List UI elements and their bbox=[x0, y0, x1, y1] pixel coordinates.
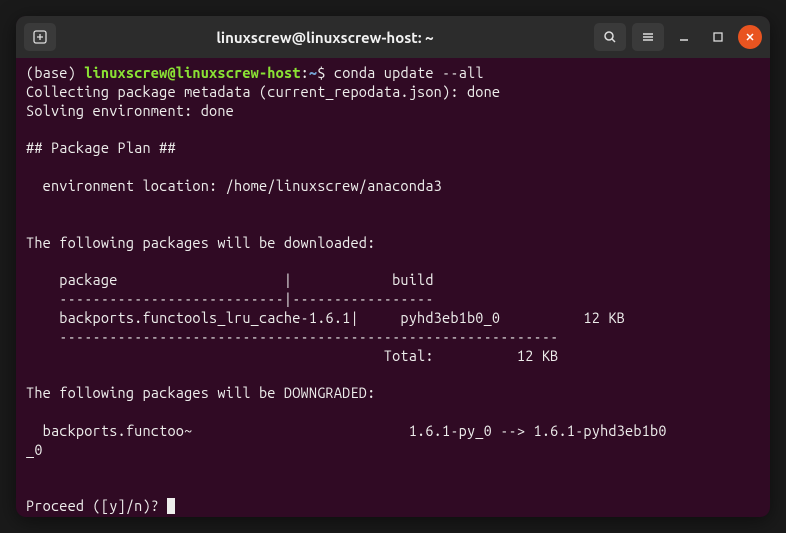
prompt-user: linuxscrew bbox=[84, 64, 167, 81]
output-line: The following packages will be downloade… bbox=[26, 234, 375, 251]
output-line: backports.functoo~ 1.6.1-py_0 --> 1.6.1-… bbox=[26, 422, 667, 439]
output-line: The following packages will be DOWNGRADE… bbox=[26, 384, 375, 401]
minimize-button[interactable] bbox=[670, 23, 698, 51]
titlebar-right-controls bbox=[594, 23, 762, 51]
cursor bbox=[167, 498, 175, 514]
close-button[interactable] bbox=[738, 25, 762, 49]
window-title: linuxscrew@linuxscrew-host: ~ bbox=[62, 29, 588, 46]
minimize-icon bbox=[678, 31, 690, 43]
prompt-host: linuxscrew-host bbox=[176, 64, 301, 81]
prompt-colon: : bbox=[301, 64, 309, 81]
search-button[interactable] bbox=[594, 23, 626, 51]
output-line: ---------------------------|------------… bbox=[26, 290, 434, 307]
menu-button[interactable] bbox=[632, 23, 664, 51]
new-tab-button[interactable] bbox=[24, 23, 56, 51]
output-line: ----------------------------------------… bbox=[26, 328, 558, 345]
prompt-at: @ bbox=[167, 64, 175, 81]
prompt-dollar: $ bbox=[317, 64, 334, 81]
new-tab-icon bbox=[33, 30, 47, 44]
search-icon bbox=[603, 30, 617, 44]
maximize-icon bbox=[712, 31, 724, 43]
output-line: backports.functools_lru_cache-1.6.1| pyh… bbox=[26, 309, 625, 326]
terminal-content[interactable]: (base) linuxscrew@linuxscrew-host:~$ con… bbox=[16, 58, 770, 517]
close-icon bbox=[745, 32, 755, 42]
prompt-env: (base) bbox=[26, 64, 84, 81]
maximize-button[interactable] bbox=[704, 23, 732, 51]
command-text: conda update --all bbox=[334, 64, 484, 81]
terminal-window: linuxscrew@linuxscrew-host: ~ bbox=[16, 16, 770, 517]
proceed-prompt: Proceed ([y]/n)? bbox=[26, 497, 167, 514]
output-line: Collecting package metadata (current_rep… bbox=[26, 83, 500, 100]
output-line: Solving environment: done bbox=[26, 102, 234, 119]
titlebar: linuxscrew@linuxscrew-host: ~ bbox=[16, 16, 770, 58]
output-line: package | build bbox=[26, 271, 434, 288]
prompt-path: ~ bbox=[309, 64, 317, 81]
output-line: ## Package Plan ## bbox=[26, 139, 176, 156]
hamburger-icon bbox=[641, 30, 655, 44]
output-line: _0 bbox=[26, 441, 43, 458]
titlebar-left-controls bbox=[24, 23, 56, 51]
output-line: environment location: /home/linuxscrew/a… bbox=[26, 177, 442, 194]
output-line: Total: 12 KB bbox=[26, 347, 558, 364]
